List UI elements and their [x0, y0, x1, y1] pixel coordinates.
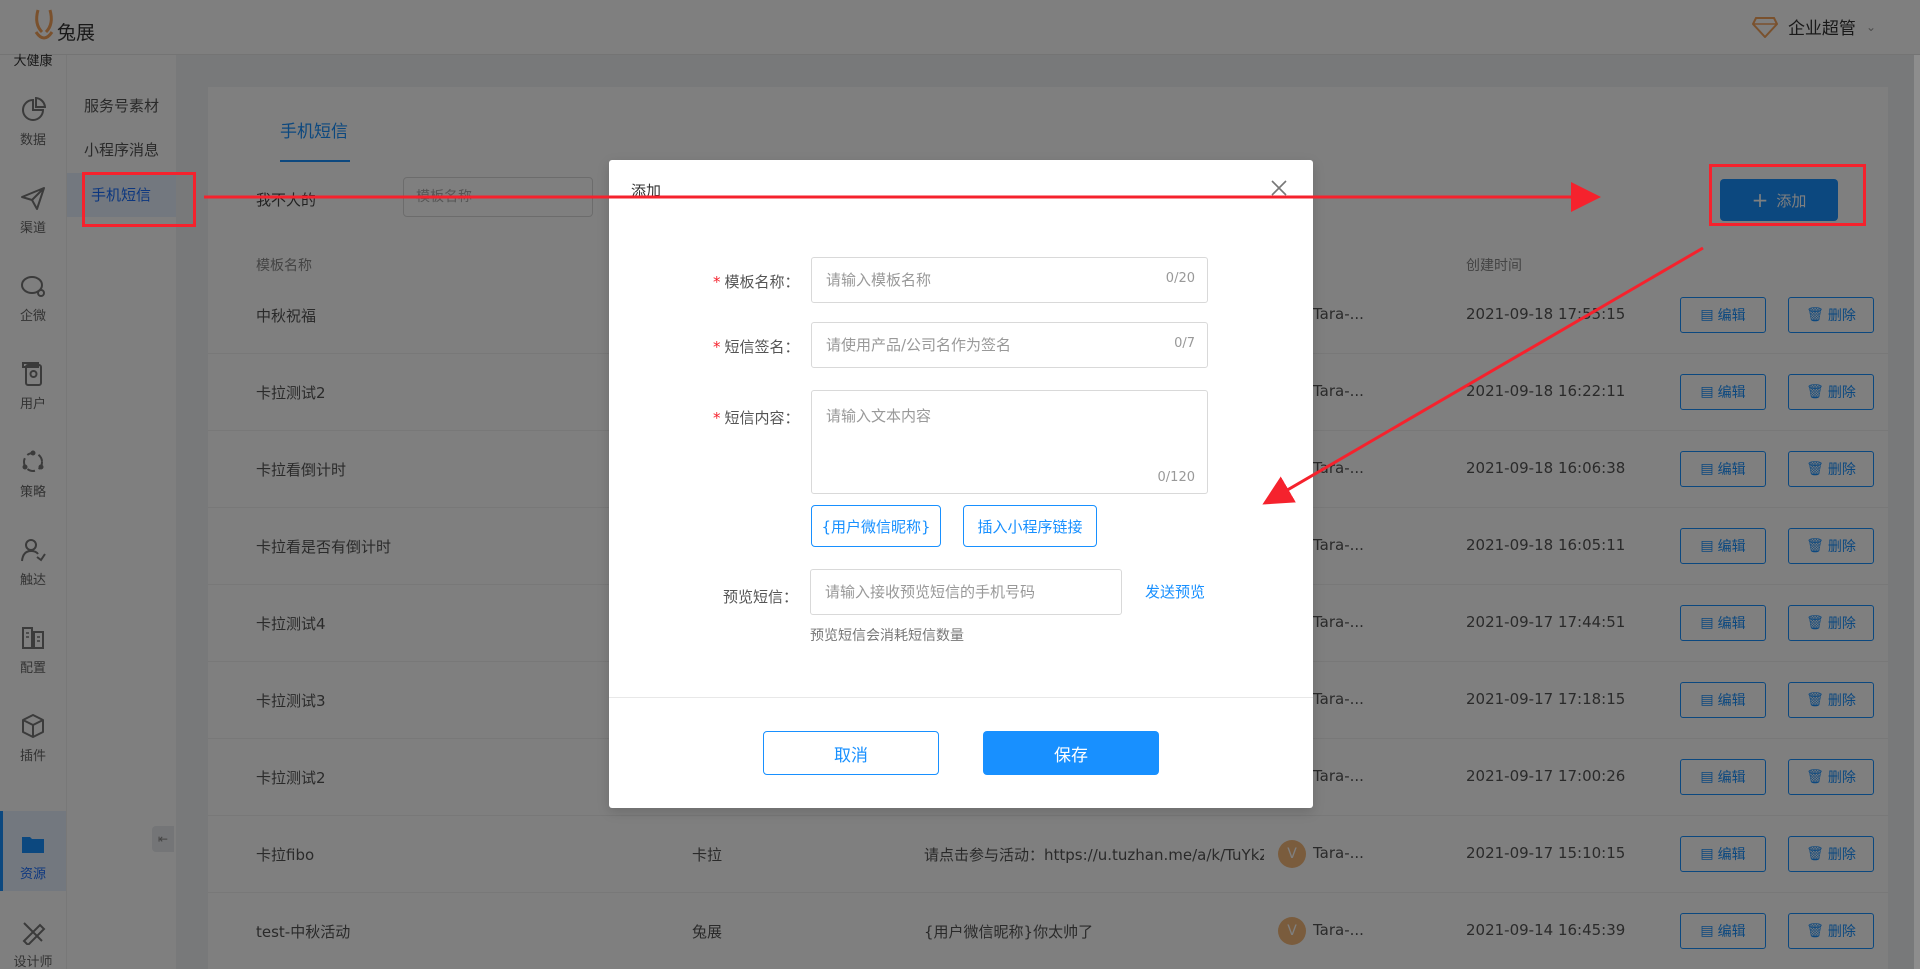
sms-content-field: 0/120 — [811, 390, 1208, 494]
cancel-button[interactable]: 取消 — [763, 731, 939, 775]
annotation-box-sms-menu — [82, 172, 196, 227]
sms-content-textarea[interactable] — [812, 391, 1207, 493]
sms-signature-label: * 短信签名： — [713, 336, 800, 357]
sms-content-label-text: 短信内容： — [724, 409, 800, 427]
sms-content-counter: 0/120 — [1157, 470, 1195, 485]
sms-signature-input[interactable] — [812, 323, 1207, 367]
preview-hint: 预览短信会消耗短信数量 — [810, 628, 964, 644]
required-mark: * — [713, 338, 721, 356]
required-mark: * — [713, 409, 721, 427]
insert-nickname-button[interactable]: {用户微信昵称} — [811, 505, 941, 547]
template-name-label: * 模板名称： — [713, 271, 800, 292]
insert-miniprogram-link-button[interactable]: 插入小程序链接 — [963, 505, 1097, 547]
scrollbar-track[interactable] — [1914, 55, 1920, 969]
preview-phone-input[interactable] — [811, 570, 1121, 614]
required-mark: * — [713, 273, 721, 291]
sms-signature-counter: 0/7 — [1174, 336, 1195, 351]
annotation-box-add-button — [1709, 164, 1866, 226]
preview-phone-field — [810, 569, 1122, 615]
template-name-counter: 0/20 — [1165, 271, 1195, 286]
add-template-dialog: 添加 *模板名称： 0/20 *短信签名： 0/7 *短信内容： 0/120 {… — [609, 160, 1313, 808]
preview-sms-label: 预览短信： — [723, 588, 799, 606]
sms-content-label: * 短信内容： — [713, 407, 800, 428]
send-preview-link[interactable]: 发送预览 — [1145, 581, 1205, 602]
template-name-input[interactable] — [812, 258, 1207, 302]
dialog-title: 添加 — [631, 182, 662, 200]
close-icon[interactable] — [1269, 178, 1289, 198]
template-name-field: 0/20 — [811, 257, 1208, 303]
sms-signature-field: 0/7 — [811, 322, 1208, 368]
dialog-footer-divider — [609, 697, 1313, 698]
save-button[interactable]: 保存 — [983, 731, 1159, 775]
template-name-label-text: 模板名称： — [724, 273, 800, 291]
sms-signature-label-text: 短信签名： — [724, 338, 800, 356]
